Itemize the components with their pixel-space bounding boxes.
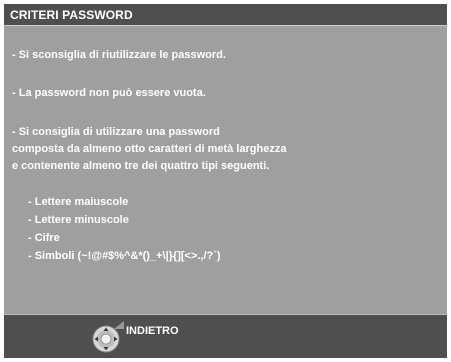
criteria-item-digits: - Cifre bbox=[28, 232, 60, 244]
criteria-item-lowercase: - Lettere minuscole bbox=[28, 214, 129, 226]
criteria-content: - Si sconsiglia di riutilizzare le passw… bbox=[4, 26, 447, 314]
remote-dpad-icon bbox=[92, 325, 120, 353]
criteria-line-reuse: - Si sconsiglia di riutilizzare le passw… bbox=[12, 49, 226, 61]
password-criteria-dialog: CRITERI PASSWORD - Si sconsiglia di riut… bbox=[4, 4, 447, 358]
back-label: INDIETRO bbox=[126, 325, 179, 337]
dialog-title: CRITERI PASSWORD bbox=[10, 8, 133, 22]
criteria-line-types: e contenente almeno tre dei quattro tipi… bbox=[12, 160, 270, 172]
back-button[interactable]: INDIETRO bbox=[92, 321, 232, 357]
criteria-line-length: composta da almeno otto caratteri di met… bbox=[12, 143, 287, 155]
back-arrow-icon bbox=[114, 321, 124, 329]
criteria-item-uppercase: - Lettere maiuscole bbox=[28, 196, 129, 208]
criteria-item-symbols: - Simboli (~!@#$%^&*()_+\|}{][<>.,/?`) bbox=[28, 250, 221, 262]
criteria-line-recommend: - Si consiglia di utilizzare una passwor… bbox=[12, 126, 220, 138]
footer-bar: INDIETRO bbox=[4, 314, 447, 358]
criteria-line-not-empty: - La password non può essere vuota. bbox=[12, 87, 206, 99]
title-bar: CRITERI PASSWORD bbox=[4, 4, 447, 26]
